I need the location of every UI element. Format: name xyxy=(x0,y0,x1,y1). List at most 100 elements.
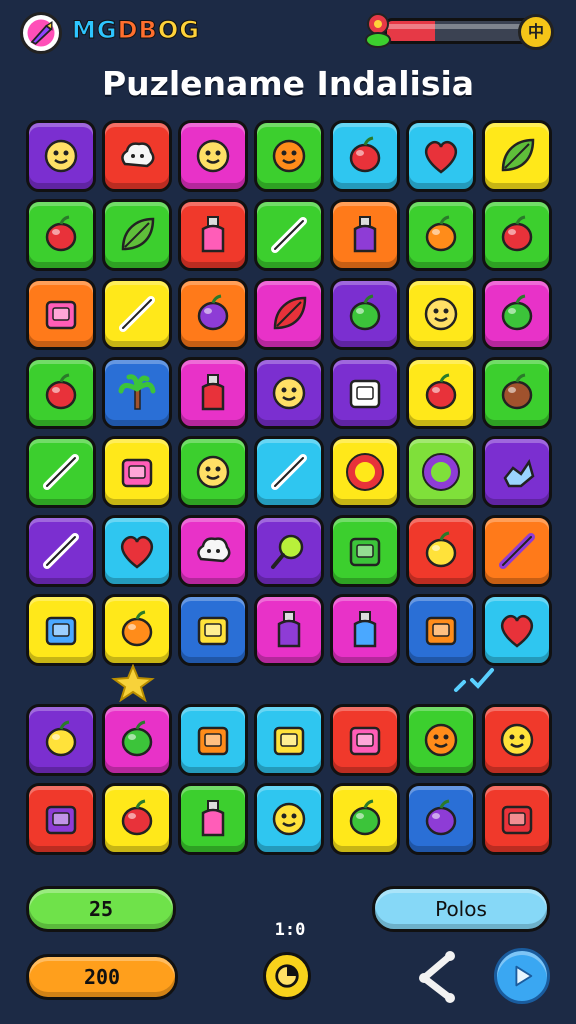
board-tile[interactable] xyxy=(254,594,324,666)
board-tile[interactable] xyxy=(178,515,248,587)
red-ring-icon xyxy=(346,453,384,491)
board-tile[interactable] xyxy=(102,357,172,429)
tray-tile[interactable] xyxy=(254,704,324,776)
purple-bottle-icon xyxy=(353,216,377,253)
orange-bell-icon xyxy=(425,215,457,252)
sparkle-icon xyxy=(454,668,494,692)
red-pepper-icon xyxy=(425,373,457,410)
board-tile[interactable] xyxy=(482,594,552,666)
board-tile[interactable] xyxy=(254,436,324,508)
board-tile[interactable] xyxy=(406,515,476,587)
board-tile[interactable] xyxy=(330,278,400,350)
board-tile[interactable] xyxy=(178,120,248,192)
blue-bottle-icon xyxy=(353,611,377,648)
board-tile[interactable] xyxy=(102,594,172,666)
board-tile[interactable] xyxy=(330,436,400,508)
tray-tile[interactable] xyxy=(406,704,476,776)
board-tile[interactable] xyxy=(178,278,248,350)
logo-badge[interactable] xyxy=(20,12,62,54)
tray-tile[interactable] xyxy=(178,783,248,855)
timer-readout: 1:0 xyxy=(274,920,306,940)
tray-tile[interactable] xyxy=(406,783,476,855)
orange-house-icon xyxy=(197,726,229,756)
board-tile[interactable] xyxy=(102,515,172,587)
board-tile[interactable] xyxy=(482,278,552,350)
board-tile[interactable] xyxy=(330,199,400,271)
yellow-sunflower-icon xyxy=(500,723,534,757)
board-tile[interactable] xyxy=(482,199,552,271)
tray-tile[interactable] xyxy=(102,783,172,855)
tray-tile[interactable] xyxy=(254,783,324,855)
board-tile[interactable] xyxy=(102,278,172,350)
board-tile[interactable] xyxy=(178,594,248,666)
play-icon xyxy=(515,965,533,987)
play-button[interactable] xyxy=(494,948,550,1004)
orange-basket-icon xyxy=(425,616,457,646)
purple-berry-icon xyxy=(197,294,229,331)
board-tile[interactable] xyxy=(482,436,552,508)
board-tile[interactable] xyxy=(406,199,476,271)
board-tile[interactable] xyxy=(26,278,96,350)
board-tile[interactable] xyxy=(254,357,324,429)
board-tile[interactable] xyxy=(178,357,248,429)
board-tile[interactable] xyxy=(330,357,400,429)
board-tile[interactable] xyxy=(406,357,476,429)
tray-tile[interactable] xyxy=(26,704,96,776)
clock-button[interactable] xyxy=(263,952,311,1000)
board-tile[interactable] xyxy=(254,120,324,192)
board-tile[interactable] xyxy=(330,515,400,587)
board-tile[interactable] xyxy=(102,436,172,508)
board-tile[interactable] xyxy=(102,199,172,271)
board-tile[interactable] xyxy=(26,515,96,587)
board-tile[interactable] xyxy=(26,436,96,508)
board-tile[interactable] xyxy=(406,594,476,666)
feather-pen-icon xyxy=(27,19,55,47)
red-apple-icon xyxy=(349,136,381,173)
tray-tile[interactable] xyxy=(26,783,96,855)
board-tile[interactable] xyxy=(254,199,324,271)
board-tile[interactable] xyxy=(330,594,400,666)
blue-book-icon xyxy=(45,616,77,646)
board-tile[interactable] xyxy=(254,515,324,587)
board-tile[interactable] xyxy=(254,278,324,350)
tray-tile[interactable] xyxy=(330,704,400,776)
top-bar: MGDBOG 中 xyxy=(0,0,576,64)
board-tile[interactable] xyxy=(178,436,248,508)
tray-tile[interactable] xyxy=(482,704,552,776)
yellow-ice-cream-icon xyxy=(425,531,457,568)
tray-tile[interactable] xyxy=(482,783,552,855)
orange-cookie-icon xyxy=(121,610,153,647)
coin-shop-button[interactable]: 中 xyxy=(518,14,554,50)
pink-box-icon xyxy=(45,300,77,330)
share-icon[interactable] xyxy=(416,950,460,1004)
red-heart-icon xyxy=(500,614,534,648)
tray-tile[interactable] xyxy=(178,704,248,776)
board-tile[interactable] xyxy=(26,594,96,666)
pink-vase-icon xyxy=(201,800,225,837)
red-eraser-icon xyxy=(501,805,533,835)
board-tile[interactable] xyxy=(330,120,400,192)
purple-feather-icon xyxy=(499,533,535,569)
board-tile[interactable] xyxy=(26,199,96,271)
board-tile[interactable] xyxy=(482,515,552,587)
palm-tree-icon xyxy=(118,374,156,410)
board-tile[interactable] xyxy=(482,120,552,192)
tray-tile[interactable] xyxy=(330,783,400,855)
board-tile[interactable] xyxy=(482,357,552,429)
pink-jar-icon xyxy=(201,216,225,253)
red-bottle-icon xyxy=(201,374,225,411)
polos-button[interactable]: Polos xyxy=(372,886,550,932)
board-tile[interactable] xyxy=(26,120,96,192)
board-tile[interactable] xyxy=(178,199,248,271)
tray-tile[interactable] xyxy=(102,704,172,776)
board-tile[interactable] xyxy=(406,278,476,350)
scissors-icon xyxy=(119,296,155,332)
pink-machine-icon xyxy=(349,726,381,756)
board-tile[interactable] xyxy=(26,357,96,429)
board-tile[interactable] xyxy=(406,120,476,192)
board-tile[interactable] xyxy=(406,436,476,508)
red-leaf-icon xyxy=(273,296,307,330)
sun-flower-icon xyxy=(424,297,458,331)
board-tile[interactable] xyxy=(102,120,172,192)
health-meter: 中 xyxy=(362,12,558,54)
